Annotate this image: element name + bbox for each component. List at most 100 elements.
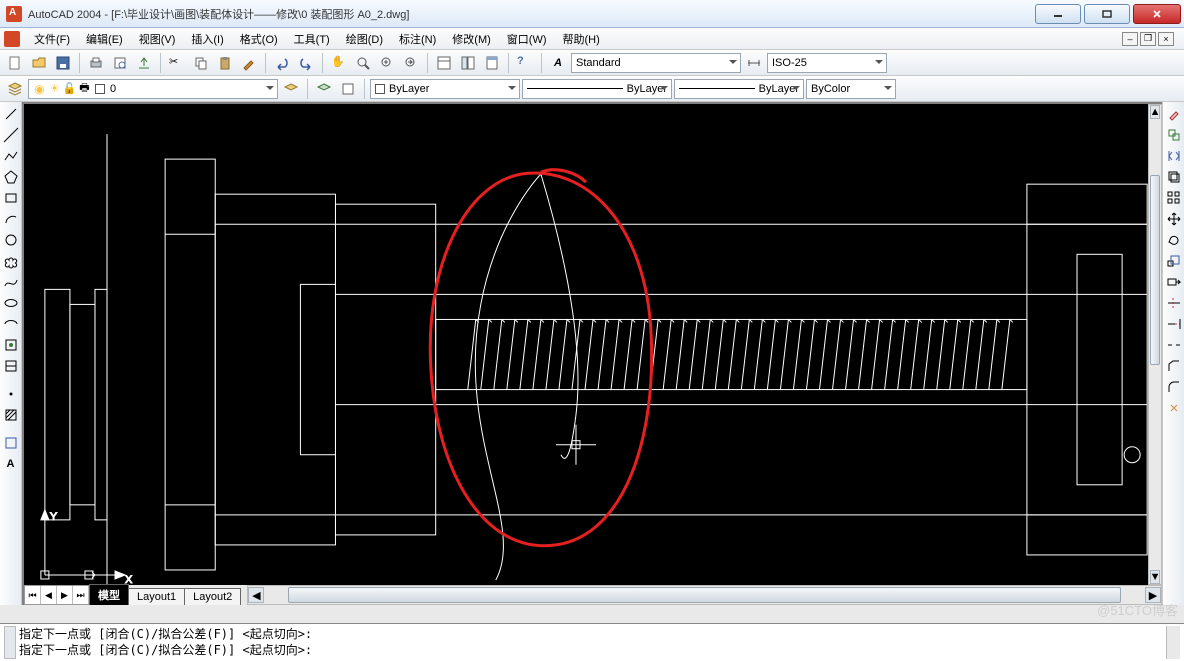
tab-layout1[interactable]: Layout1 — [128, 588, 185, 605]
close-button[interactable] — [1133, 4, 1181, 24]
insert-block-tool[interactable] — [1, 335, 21, 355]
cut-button[interactable]: ✂ — [166, 52, 188, 74]
region-tool[interactable] — [1, 433, 21, 453]
xline-tool[interactable] — [1, 125, 21, 145]
design-center-button[interactable] — [457, 52, 479, 74]
redo-button[interactable] — [295, 52, 317, 74]
explode-tool[interactable] — [1164, 398, 1184, 418]
copy-tool[interactable] — [1164, 125, 1184, 145]
dim-style-button[interactable] — [743, 52, 765, 74]
layer-dropdown[interactable]: ◉ ☀ 🔓 🖶 0 — [28, 79, 278, 99]
zoom-realtime-button[interactable] — [352, 52, 374, 74]
rectangle-tool[interactable] — [1, 188, 21, 208]
break-tool[interactable] — [1164, 335, 1184, 355]
cmdline-scrollbar[interactable] — [1166, 626, 1180, 659]
mdi-minimize-button[interactable]: – — [1122, 32, 1138, 46]
tab-next-button[interactable]: ▶ — [57, 586, 73, 604]
menu-format[interactable]: 格式(O) — [232, 29, 286, 49]
command-line[interactable]: 指定下一点或 [闭合(C)/拟合公差(F)] <起点切向>: 指定下一点或 [闭… — [0, 623, 1184, 661]
menu-modify[interactable]: 修改(M) — [444, 29, 499, 49]
vertical-scrollbar[interactable]: ▲ ▼ — [1148, 104, 1162, 585]
arc-tool[interactable] — [1, 209, 21, 229]
scroll-down-button[interactable]: ▼ — [1150, 570, 1160, 584]
text-style-dropdown[interactable]: Standard — [571, 53, 741, 73]
tab-last-button[interactable]: ⏭ — [73, 586, 89, 604]
help-button[interactable]: ? — [514, 52, 536, 74]
tab-model[interactable]: 模型 — [89, 584, 129, 605]
properties-button[interactable] — [433, 52, 455, 74]
zoom-window-button[interactable] — [376, 52, 398, 74]
layer-previous-button[interactable] — [280, 78, 302, 100]
layer-manager-button[interactable] — [4, 78, 26, 100]
tab-prev-button[interactable]: ◀ — [41, 586, 57, 604]
tool-palettes-button[interactable] — [481, 52, 503, 74]
paste-button[interactable] — [214, 52, 236, 74]
ellipse-arc-tool[interactable] — [1, 314, 21, 334]
dim-style-dropdown[interactable]: ISO-25 — [767, 53, 887, 73]
color-dropdown[interactable]: ByLayer — [370, 79, 520, 99]
menu-draw[interactable]: 绘图(D) — [338, 29, 391, 49]
make-block-tool[interactable] — [1, 356, 21, 376]
layer-states-button[interactable] — [337, 78, 359, 100]
horizontal-scrollbar[interactable]: ◀ ▶ — [247, 585, 1162, 605]
revcloud-tool[interactable] — [1, 251, 21, 271]
tab-layout2[interactable]: Layout2 — [184, 588, 241, 605]
print-button[interactable] — [85, 52, 107, 74]
plotstyle-dropdown[interactable]: ByColor — [806, 79, 896, 99]
menu-file[interactable]: 文件(F) — [26, 29, 78, 49]
move-tool[interactable] — [1164, 209, 1184, 229]
array-tool[interactable] — [1164, 188, 1184, 208]
match-props-button[interactable] — [238, 52, 260, 74]
undo-button[interactable] — [271, 52, 293, 74]
cmdline-grip[interactable] — [4, 626, 16, 659]
lineweight-dropdown[interactable]: ByLayer — [674, 79, 804, 99]
drawing-canvas[interactable]: Y X — [24, 104, 1148, 585]
menu-view[interactable]: 视图(V) — [131, 29, 184, 49]
copy-button[interactable] — [190, 52, 212, 74]
scroll-up-button[interactable]: ▲ — [1150, 105, 1160, 119]
menu-help[interactable]: 帮助(H) — [555, 29, 608, 49]
circle-tool[interactable] — [1, 230, 21, 250]
minimize-button[interactable] — [1035, 4, 1081, 24]
tab-first-button[interactable]: ⏮ — [25, 586, 41, 604]
menu-edit[interactable]: 编辑(E) — [78, 29, 131, 49]
fillet-tool[interactable] — [1164, 377, 1184, 397]
print-preview-button[interactable] — [109, 52, 131, 74]
menu-window[interactable]: 窗口(W) — [499, 29, 555, 49]
rotate-tool[interactable] — [1164, 230, 1184, 250]
trim-tool[interactable] — [1164, 293, 1184, 313]
pan-button[interactable]: ✋ — [328, 52, 350, 74]
point-tool[interactable] — [1, 384, 21, 404]
vscroll-thumb[interactable] — [1150, 175, 1160, 365]
menu-tools[interactable]: 工具(T) — [286, 29, 338, 49]
polygon-tool[interactable] — [1, 167, 21, 187]
zoom-previous-button[interactable] — [400, 52, 422, 74]
chamfer-tool[interactable] — [1164, 356, 1184, 376]
scale-tool[interactable] — [1164, 251, 1184, 271]
offset-tool[interactable] — [1164, 167, 1184, 187]
extend-tool[interactable] — [1164, 314, 1184, 334]
hscroll-thumb[interactable] — [288, 587, 1121, 603]
mdi-restore-button[interactable]: ❐ — [1140, 32, 1156, 46]
new-button[interactable] — [4, 52, 26, 74]
make-current-button[interactable] — [313, 78, 335, 100]
hatch-tool[interactable] — [1, 405, 21, 425]
open-button[interactable] — [28, 52, 50, 74]
stretch-tool[interactable] — [1164, 272, 1184, 292]
erase-tool[interactable] — [1164, 104, 1184, 124]
scroll-left-button[interactable]: ◀ — [248, 587, 264, 603]
ellipse-tool[interactable] — [1, 293, 21, 313]
polyline-tool[interactable] — [1, 146, 21, 166]
save-button[interactable] — [52, 52, 74, 74]
linetype-dropdown[interactable]: ByLayer — [522, 79, 672, 99]
mirror-tool[interactable] — [1164, 146, 1184, 166]
mtext-tool[interactable]: A — [1, 454, 21, 474]
line-tool[interactable] — [1, 104, 21, 124]
text-style-button[interactable]: A — [547, 52, 569, 74]
menu-insert[interactable]: 插入(I) — [183, 29, 231, 49]
spline-tool[interactable] — [1, 272, 21, 292]
mdi-close-button[interactable]: × — [1158, 32, 1174, 46]
publish-button[interactable] — [133, 52, 155, 74]
maximize-button[interactable] — [1084, 4, 1130, 24]
menu-dimension[interactable]: 标注(N) — [391, 29, 444, 49]
